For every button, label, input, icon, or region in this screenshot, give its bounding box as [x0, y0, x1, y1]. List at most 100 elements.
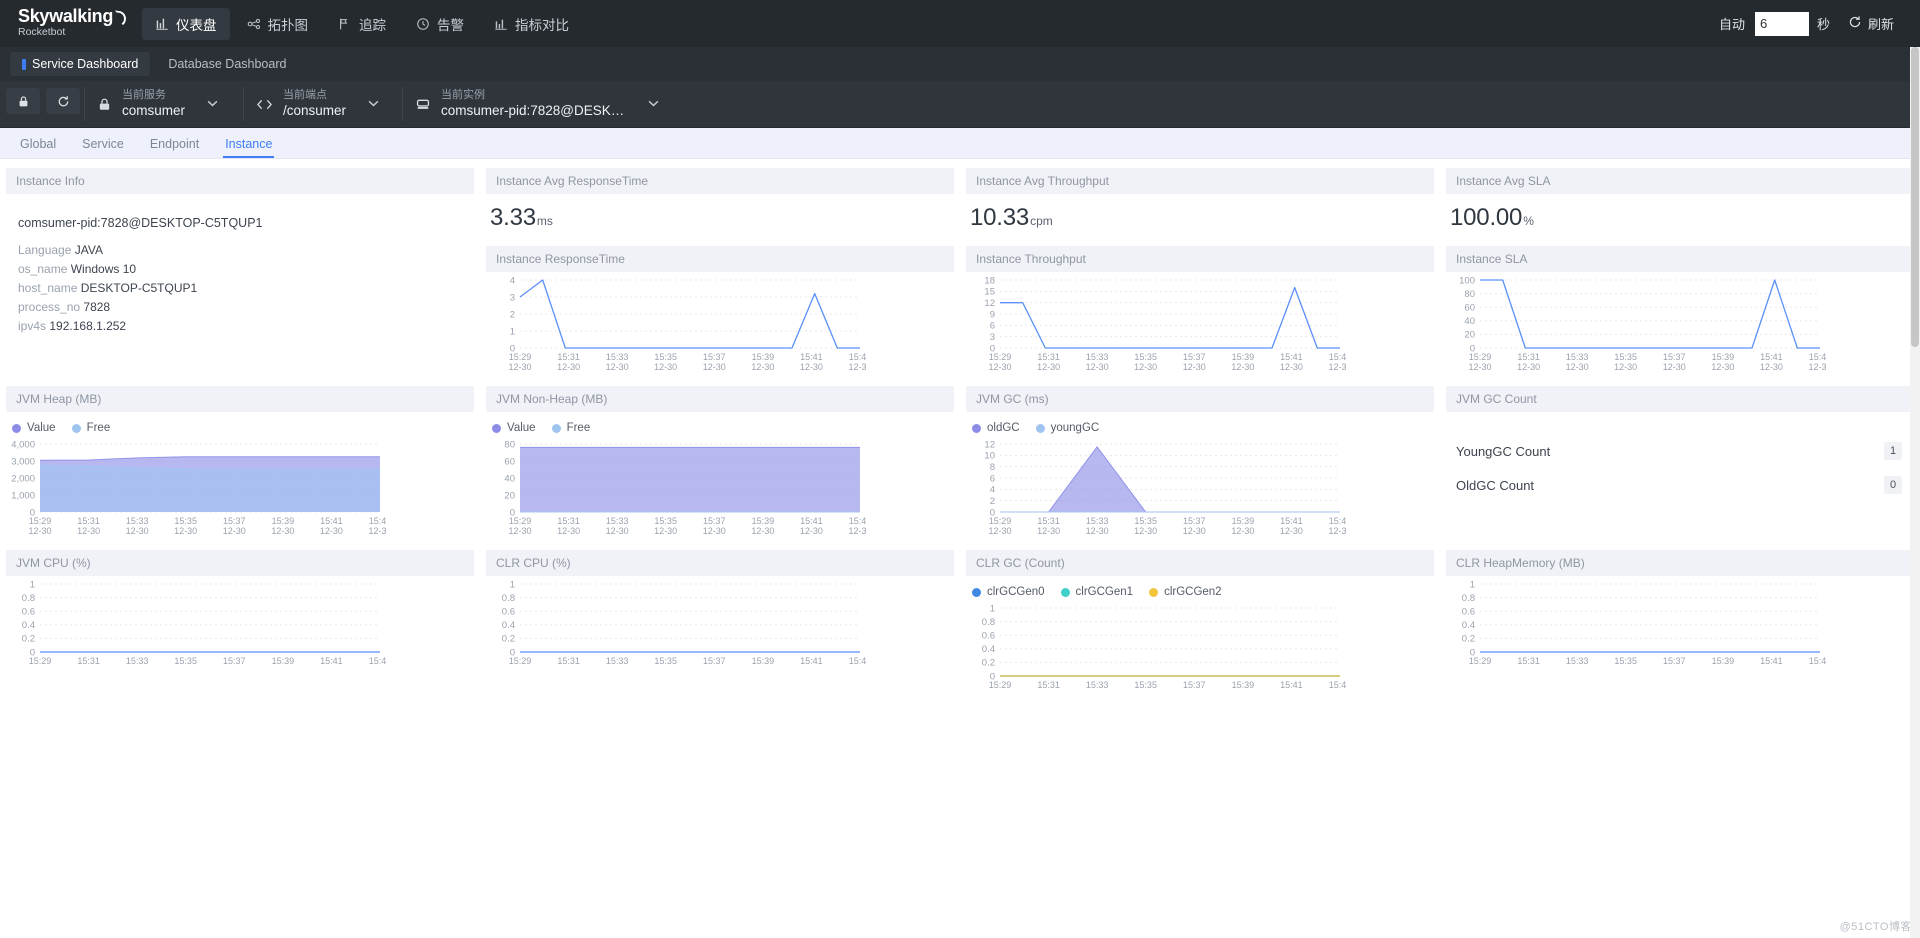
svg-text:12-30: 12-30 — [1037, 362, 1060, 372]
legend-item[interactable]: clrGCGen2 — [1149, 586, 1222, 598]
grid-cell: JVM GC (ms) oldGC youngGC 0 2 4 6 8 10 12 15:29… — [960, 383, 1440, 541]
logo-swoosh-icon — [114, 11, 123, 24]
stat-value: 100.00 — [1450, 204, 1523, 231]
stat-unit: ms — [536, 214, 553, 228]
panel-title: CLR GC (Count) — [966, 550, 1434, 576]
refresh-interval-input[interactable] — [1754, 11, 1809, 36]
legend-item[interactable]: clrGCGen1 — [1060, 586, 1133, 598]
subtab-endpoint[interactable]: Endpoint — [138, 132, 211, 158]
service-selector[interactable]: 当前服务 comsumer — [89, 81, 239, 127]
legend-color-dot — [12, 423, 21, 433]
legend-item[interactable]: Value — [12, 422, 56, 434]
svg-text:15:43: 15:43 — [1329, 516, 1346, 526]
legend-item[interactable]: Free — [551, 422, 590, 434]
panel-title: JVM Non-Heap (MB) — [486, 386, 954, 412]
svg-text:12-30: 12-30 — [606, 362, 629, 372]
instance-selector[interactable]: 当前实例 comsumer-pid:7828@DESKTO... — [407, 81, 673, 127]
tab-database-dashboard[interactable]: Database Dashboard — [156, 52, 298, 76]
svg-text:8: 8 — [990, 462, 995, 473]
svg-text:15:29: 15:29 — [509, 656, 532, 666]
attr-key: process_no — [18, 300, 81, 314]
endpoint-selector[interactable]: 当前端点 /consumer — [248, 81, 398, 127]
list-item: process_no 7828 — [18, 299, 464, 315]
chart-jvm-cpu[interactable]: 0 0.2 0.4 0.6 0.8 1 15:29 15:31 15:33 15:35 15:37 1… — [6, 576, 474, 678]
chart-instance-responsetime[interactable]: 0 1 2 3 4 15:29 12-30 15:31 12-30 15:33 12-30 15:35… — [486, 272, 954, 374]
legend-item[interactable]: Value — [492, 422, 536, 434]
nav-item-trace[interactable]: 追踪 — [325, 8, 399, 40]
svg-text:9: 9 — [990, 309, 995, 320]
subtab-global[interactable]: Global — [8, 132, 68, 158]
nav-item-alarm[interactable]: 告警 — [403, 8, 477, 40]
chevron-down-icon[interactable] — [368, 99, 379, 110]
dashboard-icon — [155, 17, 169, 31]
svg-text:15:31: 15:31 — [1037, 680, 1060, 690]
svg-text:12-30: 12-30 — [751, 526, 774, 536]
svg-text:15:29: 15:29 — [989, 680, 1012, 690]
stat-value: 10.33 — [970, 204, 1030, 231]
reload-button[interactable] — [46, 88, 80, 114]
svg-text:0.8: 0.8 — [22, 593, 35, 604]
svg-text:15:39: 15:39 — [752, 656, 775, 666]
attr-key: os_name — [18, 262, 68, 276]
legend-item[interactable]: clrGCGen0 — [972, 586, 1045, 598]
svg-text:15:31: 15:31 — [1037, 516, 1060, 526]
svg-text:0.4: 0.4 — [982, 644, 995, 655]
chart-clr-heapmemory[interactable]: 0 0.2 0.4 0.6 0.8 1 15:29 15:31 15:33 15:35 15:37 1… — [1446, 576, 1914, 678]
grid-cell: JVM Non-Heap (MB) Value Free 0 20 40 60 80 15… — [480, 383, 960, 541]
attr-key: Language — [18, 243, 72, 257]
dashboard-grid-row-2: JVM Heap (MB) Value Free 0 1,000 2,000 3,00… — [0, 377, 1920, 541]
svg-text:15:37: 15:37 — [703, 516, 726, 526]
tab-service-dashboard[interactable]: Service Dashboard — [10, 52, 151, 76]
svg-text:15:35: 15:35 — [1134, 516, 1157, 526]
svg-text:0.4: 0.4 — [502, 620, 515, 631]
chart-instance-throughput[interactable]: 0 3 6 9 12 15 18 15:29 12-30 15:31 12-30 15:33 12-30… — [966, 272, 1434, 374]
stat-value-block: 3.33ms — [486, 194, 954, 238]
page-scrollbar[interactable] — [1910, 47, 1920, 938]
svg-text:15:37: 15:37 — [703, 656, 726, 666]
nav-item-dashboard[interactable]: 仪表盘 — [142, 7, 230, 40]
legend-item[interactable]: oldGC — [972, 422, 1020, 434]
scrollbar-thumb[interactable] — [1911, 47, 1919, 347]
topology-icon — [247, 17, 261, 31]
legend-item[interactable]: Free — [71, 422, 110, 434]
refresh-button[interactable]: 刷新 — [1838, 9, 1904, 38]
svg-text:0.8: 0.8 — [982, 617, 995, 628]
legend-item[interactable]: youngGC — [1035, 422, 1099, 434]
svg-text:12-30: 12-30 — [223, 526, 246, 536]
subtab-service[interactable]: Service — [70, 132, 136, 158]
nav-item-topology[interactable]: 拓扑图 — [234, 8, 322, 40]
svg-text:15:35: 15:35 — [654, 516, 677, 526]
subtab-instance[interactable]: Instance — [213, 132, 284, 158]
chart-jvm-nonheap[interactable]: 0 20 40 60 80 15:29 12-30 15:31 12-30 15:33 12-30 1… — [486, 436, 954, 538]
svg-text:12-30: 12-30 — [1663, 362, 1686, 372]
svg-text:20: 20 — [504, 490, 515, 501]
auto-refresh-button[interactable]: 自动 — [1709, 9, 1755, 38]
chevron-down-icon[interactable] — [207, 99, 218, 110]
code-icon — [256, 97, 273, 112]
list-item: host_name DESKTOP-C5TQUP1 — [18, 280, 464, 296]
svg-text:0.2: 0.2 — [1462, 634, 1475, 645]
chart-jvm-gc[interactable]: 0 2 4 6 8 10 12 15:29 12-30 15:31 12-30 15:33 12-30 1… — [966, 436, 1434, 538]
svg-text:12-30: 12-30 — [508, 362, 531, 372]
svg-text:12-30: 12-30 — [1037, 526, 1060, 536]
panel-title: JVM Heap (MB) — [6, 386, 474, 412]
active-indicator-icon — [22, 58, 26, 70]
gc-count-list: YoungGC Count 1 OldGC Count 0 — [1446, 412, 1914, 510]
lock-button[interactable] — [6, 88, 40, 114]
panel-instance-avg-throughput: Instance Avg Throughput 10.33cpm — [966, 168, 1434, 238]
svg-text:100: 100 — [1459, 275, 1475, 286]
stat-value-block: 10.33cpm — [966, 194, 1434, 238]
svg-text:15:35: 15:35 — [654, 656, 677, 666]
chart-clr-cpu[interactable]: 0 0.2 0.4 0.6 0.8 1 15:29 15:31 15:33 15:35 15:37 1… — [486, 576, 954, 678]
svg-text:15:33: 15:33 — [606, 516, 629, 526]
list-item-younggc: YoungGC Count 1 — [1454, 434, 1906, 468]
chevron-down-icon[interactable] — [648, 99, 659, 110]
lock-icon — [97, 97, 112, 112]
panel-title: JVM GC (ms) — [966, 386, 1434, 412]
chart-jvm-heap[interactable]: 0 1,000 2,000 3,000 4,000 15:29 12-30 15:31 12-3… — [6, 436, 474, 538]
chart-clr-gc[interactable]: 0 0.2 0.4 0.6 0.8 1 15:29 15:31 15:33 15:35 15:37 1… — [966, 600, 1434, 702]
nav-item-compare[interactable]: 指标对比 — [481, 8, 582, 40]
endpoint-selector-label: 当前端点 — [283, 89, 327, 101]
service-selector-label: 当前服务 — [122, 89, 166, 101]
chart-instance-sla[interactable]: 0 20 40 60 80 100 15:29 12-30 15:31 12-30 15:33 12-… — [1446, 272, 1914, 374]
